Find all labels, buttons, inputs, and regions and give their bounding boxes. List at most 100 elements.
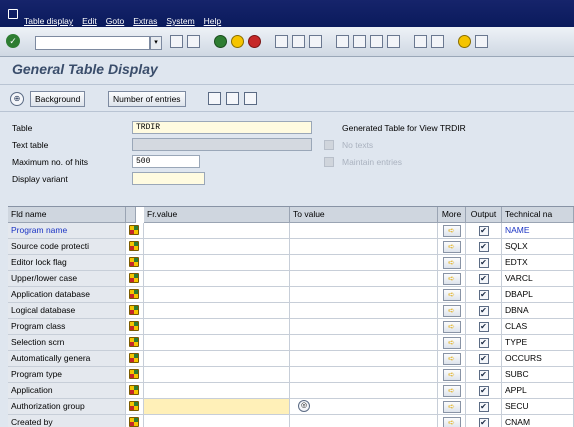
more-arrow-icon[interactable]: ➪ [442, 337, 461, 349]
more-arrow-icon[interactable]: ➪ [442, 353, 461, 365]
output-checkbox[interactable]: ✔ [478, 322, 489, 332]
command-field[interactable] [35, 36, 150, 50]
output-checkbox[interactable]: ✔ [478, 226, 489, 236]
multiple-selection-icon[interactable] [129, 305, 139, 315]
multiple-selection-cell[interactable] [126, 303, 144, 319]
save-icon[interactable] [187, 35, 200, 48]
to-value-cell[interactable] [290, 287, 438, 303]
header-output[interactable]: Output [466, 207, 502, 223]
from-value-cell[interactable] [144, 223, 290, 239]
header-more[interactable]: More [438, 207, 466, 223]
multiple-selection-icon[interactable] [129, 337, 139, 347]
multiple-selection-cell[interactable] [126, 399, 144, 415]
to-value-cell[interactable] [290, 383, 438, 399]
number-of-entries-button[interactable]: Number of entries [108, 91, 186, 107]
enter-icon[interactable]: ✓ [6, 34, 20, 48]
more-arrow-icon[interactable]: ➪ [442, 369, 461, 381]
more-arrow-icon[interactable]: ➪ [442, 305, 461, 317]
menu-table-display[interactable]: Table display [24, 16, 73, 26]
more-arrow-icon[interactable]: ➪ [442, 385, 461, 397]
more-arrow-icon[interactable]: ➪ [442, 417, 461, 427]
to-value-cell[interactable] [290, 351, 438, 367]
select-all-icon[interactable] [208, 92, 221, 105]
output-checkbox[interactable]: ✔ [478, 338, 489, 348]
shortcut-icon[interactable] [431, 35, 444, 48]
command-history-icon[interactable]: ▾ [150, 36, 162, 50]
multiple-selection-cell[interactable] [126, 223, 144, 239]
back-arrow-icon[interactable] [170, 35, 183, 48]
fields-for-selection-icon[interactable] [244, 92, 257, 105]
from-value-cell[interactable] [144, 335, 290, 351]
from-value-cell[interactable] [144, 287, 290, 303]
header-technical-name[interactable]: Technical na [502, 207, 574, 223]
new-session-icon[interactable] [414, 35, 427, 48]
previous-page-icon[interactable] [353, 35, 366, 48]
from-value-cell[interactable] [144, 319, 290, 335]
multiple-selection-icon[interactable] [129, 241, 139, 251]
to-value-cell[interactable] [290, 223, 438, 239]
output-checkbox[interactable]: ✔ [478, 418, 489, 427]
multiple-selection-cell[interactable] [126, 239, 144, 255]
output-checkbox[interactable]: ✔ [478, 290, 489, 300]
multiple-selection-cell[interactable] [126, 367, 144, 383]
multiple-selection-icon[interactable] [129, 225, 139, 235]
from-value-cell[interactable] [144, 303, 290, 319]
find-icon[interactable] [292, 35, 305, 48]
output-checkbox[interactable]: ✔ [478, 274, 489, 284]
first-page-icon[interactable] [336, 35, 349, 48]
output-checkbox[interactable]: ✔ [478, 354, 489, 364]
max-hits-field[interactable] [132, 155, 200, 168]
to-value-cell[interactable] [290, 335, 438, 351]
from-value-cell[interactable] [144, 271, 290, 287]
table-field[interactable] [132, 121, 312, 134]
to-value-cell[interactable] [290, 399, 438, 415]
multiple-selection-cell[interactable] [126, 351, 144, 367]
to-value-cell[interactable] [290, 271, 438, 287]
from-value-cell[interactable] [144, 415, 290, 427]
next-page-icon[interactable] [370, 35, 383, 48]
last-page-icon[interactable] [387, 35, 400, 48]
more-arrow-icon[interactable]: ➪ [442, 289, 461, 301]
multiple-selection-icon[interactable] [129, 385, 139, 395]
output-checkbox[interactable]: ✔ [478, 386, 489, 396]
help-icon[interactable] [458, 35, 471, 48]
multiple-selection-icon[interactable] [129, 417, 139, 427]
output-checkbox[interactable]: ✔ [478, 306, 489, 316]
from-value-cell[interactable] [144, 351, 290, 367]
from-value-cell[interactable] [144, 255, 290, 271]
multiple-selection-cell[interactable] [126, 255, 144, 271]
more-arrow-icon[interactable]: ➪ [442, 241, 461, 253]
output-checkbox[interactable]: ✔ [478, 402, 489, 412]
more-arrow-icon[interactable]: ➪ [442, 257, 461, 269]
menu-system[interactable]: System [166, 16, 194, 26]
cancel-icon[interactable] [248, 35, 261, 48]
multiple-selection-icon[interactable] [129, 321, 139, 331]
menu-extras[interactable]: Extras [133, 16, 157, 26]
multiple-selection-icon[interactable] [129, 401, 139, 411]
output-checkbox[interactable]: ✔ [478, 258, 489, 268]
to-value-cell[interactable] [290, 367, 438, 383]
deselect-all-icon[interactable] [226, 92, 239, 105]
multiple-selection-cell[interactable] [126, 383, 144, 399]
more-arrow-icon[interactable]: ➪ [442, 273, 461, 285]
header-to-value[interactable]: To value [290, 207, 438, 223]
exit-icon[interactable] [231, 35, 244, 48]
multiple-selection-icon[interactable] [129, 369, 139, 379]
background-button[interactable]: Background [30, 91, 86, 107]
multiple-selection-cell[interactable] [126, 415, 144, 427]
output-checkbox[interactable]: ✔ [478, 242, 489, 252]
output-checkbox[interactable]: ✔ [478, 370, 489, 380]
multiple-selection-cell[interactable] [126, 287, 144, 303]
multiple-selection-cell[interactable] [126, 271, 144, 287]
header-from-value[interactable]: Fr.value [144, 207, 290, 223]
multiple-selection-icon[interactable] [129, 273, 139, 283]
from-value-cell[interactable] [144, 239, 290, 255]
system-menu-icon[interactable] [8, 9, 18, 19]
multiple-selection-icon[interactable] [129, 289, 139, 299]
back-icon[interactable] [214, 35, 227, 48]
to-value-cell[interactable] [290, 303, 438, 319]
execute-icon[interactable]: ⊕ [10, 92, 24, 106]
from-value-cell[interactable] [144, 383, 290, 399]
menu-edit[interactable]: Edit [82, 16, 97, 26]
multiple-selection-icon[interactable] [129, 257, 139, 267]
